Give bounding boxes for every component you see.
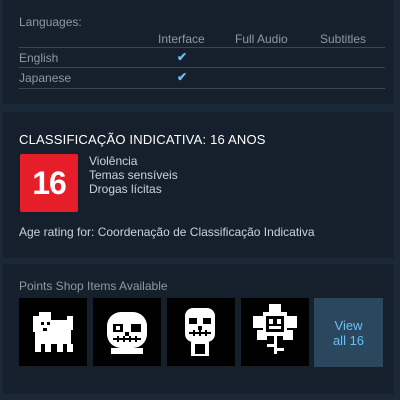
languages-panel: Languages: Interface Full Audio Subtitle… — [3, 0, 394, 104]
sans-skull-icon — [107, 312, 147, 354]
annoying-dog-icon — [33, 312, 73, 352]
descriptor-sensitive-themes: Temas sensíveis — [89, 168, 178, 182]
language-name: Japanese — [19, 71, 72, 85]
papyrus-skull-icon — [185, 308, 215, 356]
descriptor-violence: Violência — [89, 154, 138, 168]
divider — [19, 88, 385, 89]
view-all-label-line1: View — [334, 317, 363, 333]
column-subtitles: Subtitles — [320, 32, 367, 46]
languages-title: Languages: — [19, 15, 82, 29]
interface-check-icon: ✔ — [177, 70, 188, 84]
points-shop-title: Points Shop Items Available — [19, 279, 168, 293]
age-rating-panel: CLASSIFICAÇÃO INDICATIVA: 16 ANOS 16 Vio… — [3, 112, 394, 258]
points-shop-panel: Points Shop Items Available View all 16 — [3, 264, 394, 394]
rating-title: CLASSIFICAÇÃO INDICATIVA: 16 ANOS — [19, 132, 266, 147]
points-item-sans[interactable] — [93, 298, 161, 366]
view-all-button[interactable]: View all 16 — [314, 298, 383, 367]
points-item-papyrus[interactable] — [167, 298, 235, 366]
age-rating-badge: 16 — [20, 154, 78, 212]
points-item-annoying-dog[interactable] — [19, 298, 87, 366]
descriptor-legal-drugs: Drogas lícitas — [89, 182, 162, 196]
language-row-japanese: Japanese ✔ — [19, 67, 385, 88]
interface-check-icon: ✔ — [177, 50, 188, 64]
points-item-flowey[interactable] — [241, 298, 309, 366]
flowey-flower-icon — [253, 304, 297, 354]
language-row-english: English ✔ — [19, 47, 385, 68]
column-interface: Interface — [158, 32, 205, 46]
column-full-audio: Full Audio — [235, 32, 288, 46]
view-all-label-line2: all 16 — [332, 332, 365, 348]
rating-agency: Age rating for: Coordenação de Classific… — [19, 225, 315, 239]
language-name: English — [19, 51, 59, 65]
